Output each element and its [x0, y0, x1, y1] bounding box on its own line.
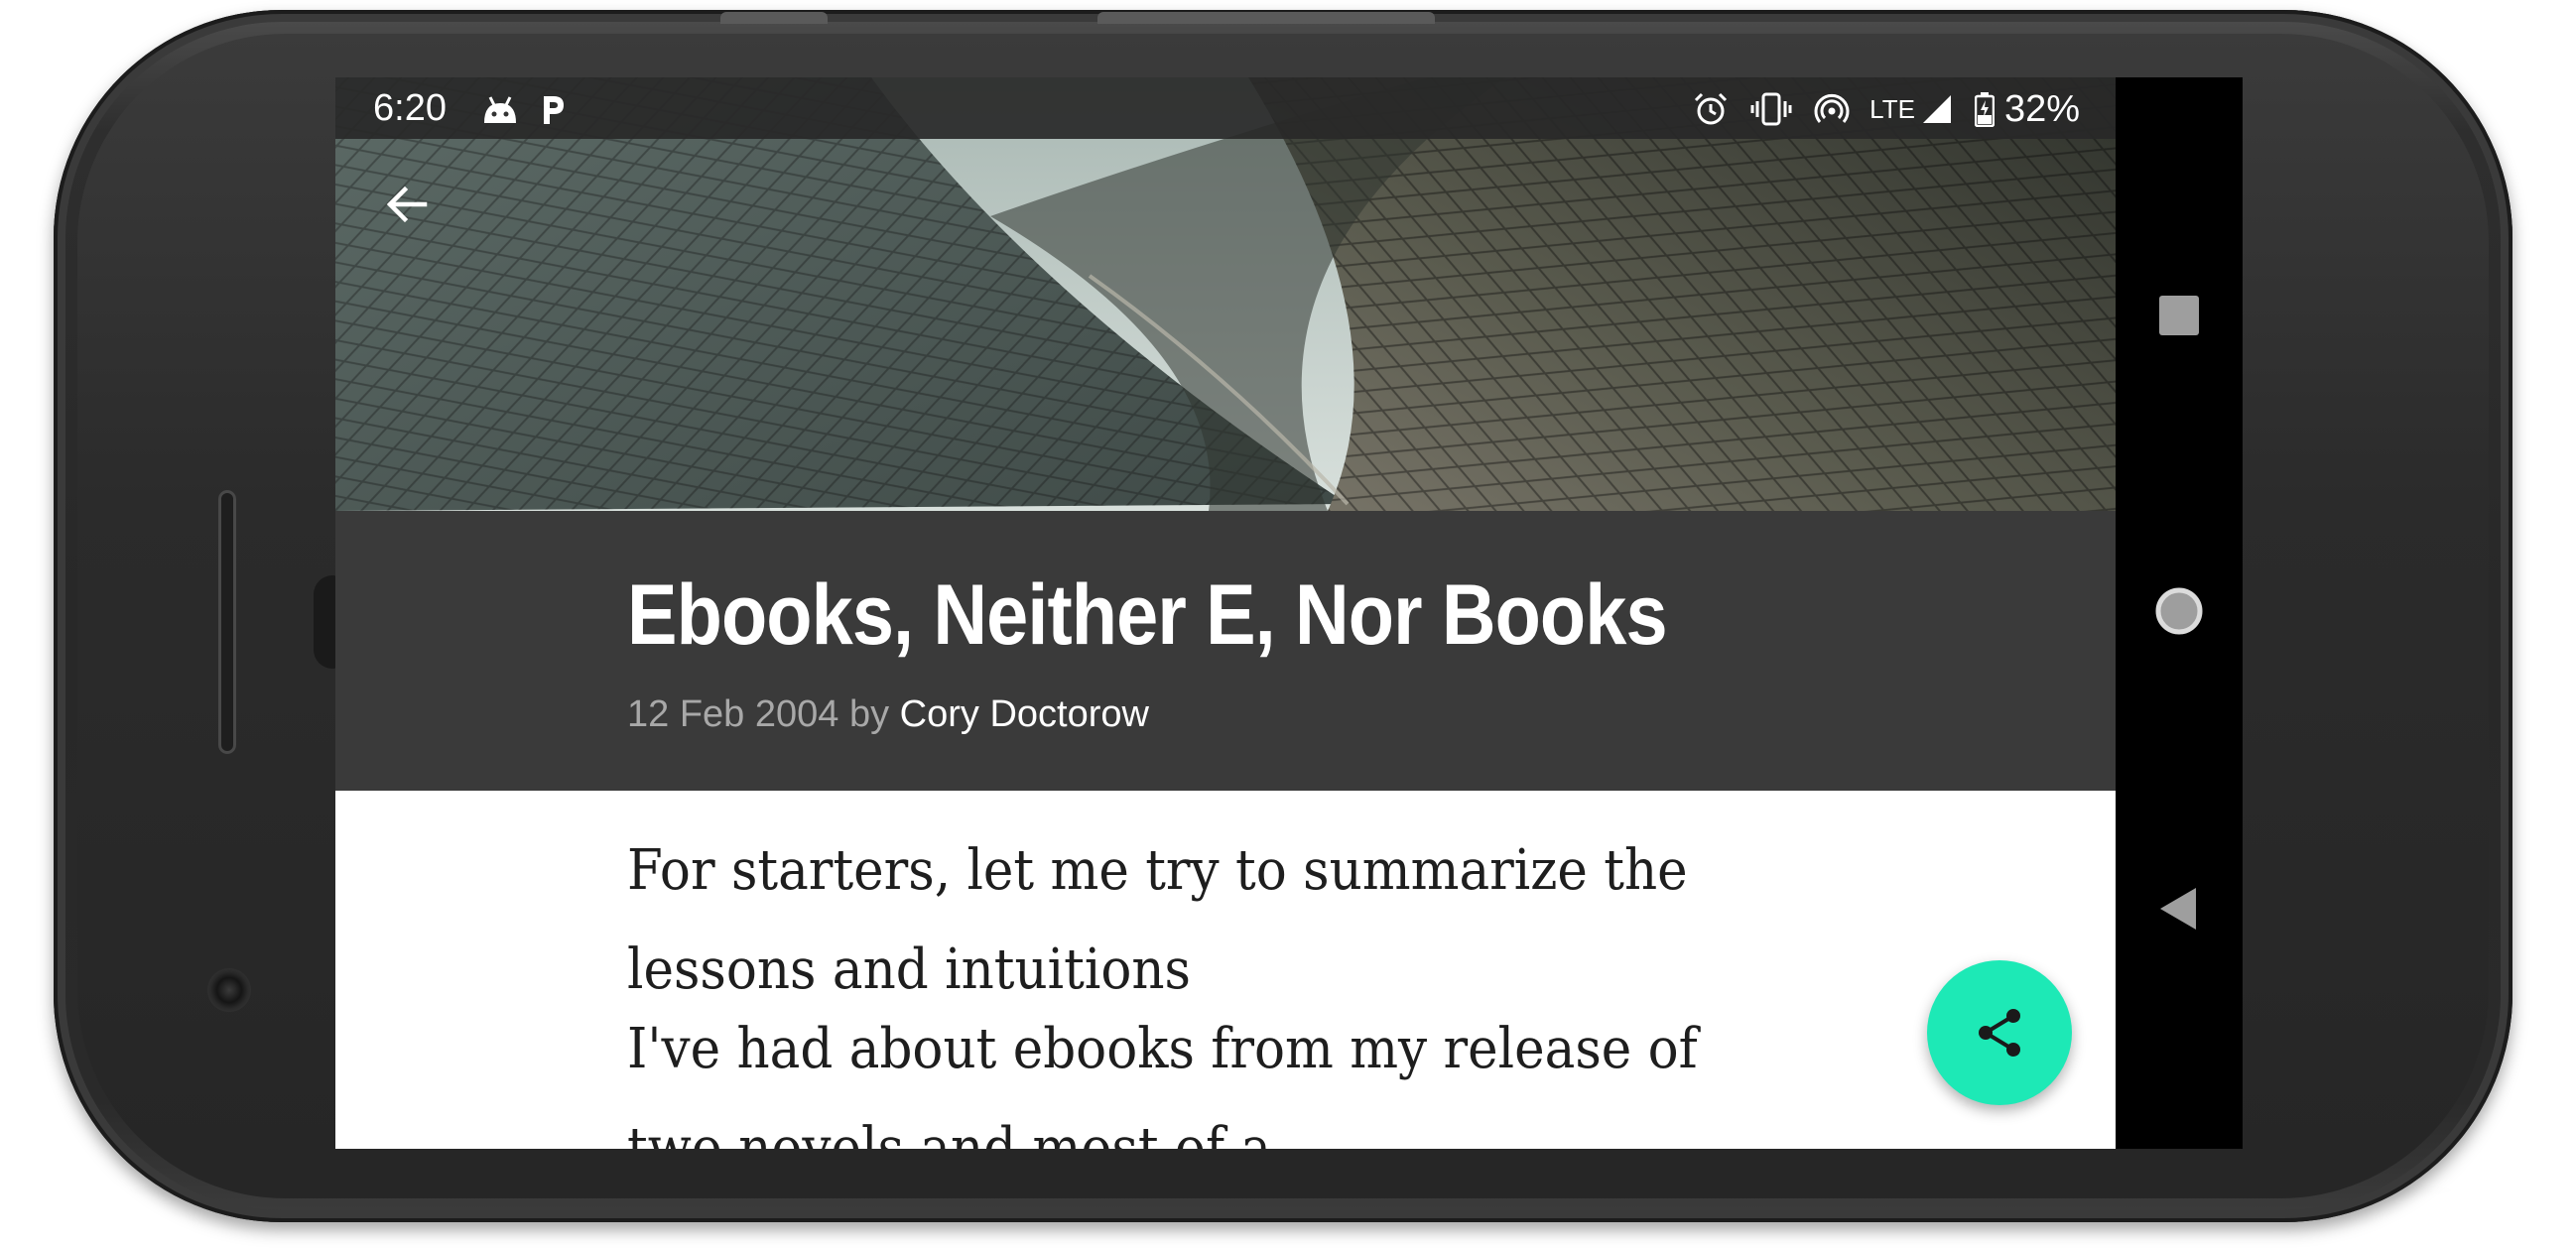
triangle-back-icon: [2160, 888, 2196, 930]
device-mockup: 6:20 LTE 32% Ebooks, Neither E, Nor Book…: [0, 0, 2576, 1248]
p-icon: [544, 96, 564, 124]
phone-screen: 6:20 LTE 32% Ebooks, Neither E, Nor Book…: [335, 77, 2243, 1149]
status-time: 6:20: [373, 87, 447, 129]
body-text-line: I've had about ebooks from my release of: [627, 1017, 1698, 1081]
article-header: Ebooks, Neither E, Nor Books 12 Feb 2004…: [335, 511, 2116, 791]
arrow-back-icon: [386, 186, 428, 223]
hotspot-icon: [1814, 91, 1850, 127]
article-date: 12 Feb 2004: [627, 693, 839, 735]
share-icon: [1979, 1009, 2020, 1057]
article-author[interactable]: Cory Doctorow: [900, 693, 1149, 735]
power-button: [720, 12, 828, 24]
recents-button[interactable]: [2139, 276, 2219, 355]
article-body: For starters, let me try to summarize th…: [335, 791, 2116, 1149]
volume-button: [1097, 12, 1435, 24]
status-system-icons: LTE 32%: [1671, 87, 2080, 131]
alarm-icon: [1693, 91, 1729, 127]
status-notification-icons: [480, 91, 568, 127]
square-icon: [2159, 296, 2199, 335]
back-button[interactable]: [375, 173, 439, 236]
front-camera: [207, 968, 251, 1012]
status-bar: 6:20 LTE 32%: [335, 77, 2116, 139]
speaker-grille: [218, 490, 236, 754]
battery-icon: [1974, 91, 1995, 127]
header-image: [335, 77, 2116, 511]
home-button[interactable]: [2139, 571, 2219, 651]
body-text-line: For starters, let me try to summarize th…: [627, 838, 1688, 903]
share-button[interactable]: [1927, 960, 2072, 1105]
article-screen: 6:20 LTE 32% Ebooks, Neither E, Nor Book…: [335, 77, 2116, 1149]
circle-icon: [2155, 587, 2203, 635]
article-meta: 12 Feb 2004 by Cory Doctorow: [627, 693, 1149, 736]
article-by-label: by: [848, 693, 890, 735]
roof-shells-illustration: [335, 77, 2116, 511]
navigation-bar: [2116, 77, 2243, 1149]
signal-icon: [1921, 93, 1953, 125]
vibrate-icon: [1750, 91, 1792, 127]
body-text-line: lessons and intuitions: [627, 937, 1191, 1002]
nav-back-button[interactable]: [2139, 869, 2219, 948]
article-title: Ebooks, Neither E, Nor Books: [627, 567, 1668, 663]
network-type: LTE: [1869, 93, 1915, 124]
android-icon: [484, 96, 516, 123]
body-text-line: two novels and most of a: [627, 1116, 1272, 1149]
battery-percentage: 32%: [2003, 87, 2080, 130]
